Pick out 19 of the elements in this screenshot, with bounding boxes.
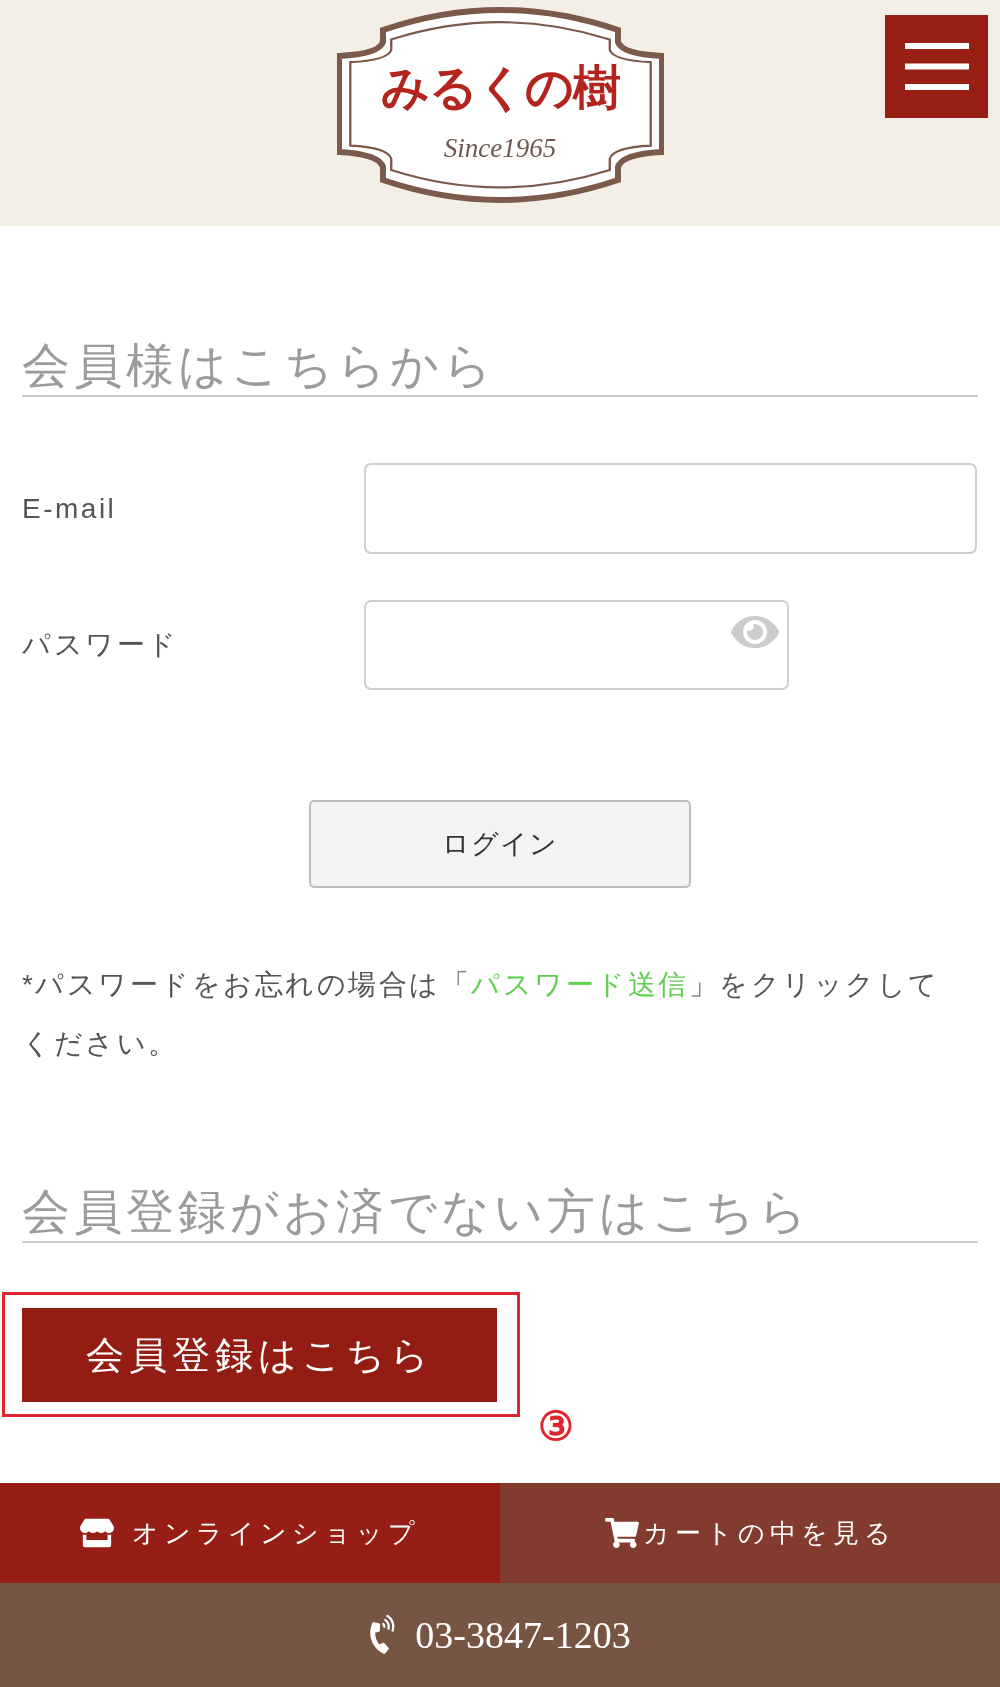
phone-link[interactable]: 03-3847-1203 <box>0 1583 1000 1687</box>
logo-tagline: Since1965 <box>443 134 557 162</box>
password-field[interactable] <box>364 600 789 690</box>
cart-link[interactable]: カートの中を見る <box>500 1483 1000 1583</box>
logo-text: みるくの樹 <box>380 60 620 114</box>
register-button[interactable]: 会員登録はこちら <box>22 1308 497 1402</box>
annotation-number: ③ <box>538 1406 574 1446</box>
field-label: E-mail <box>22 491 117 526</box>
store-icon <box>80 1518 114 1548</box>
online-shop-link[interactable]: オンラインショップ <box>0 1483 500 1583</box>
login-button[interactable]: ログイン <box>309 800 691 888</box>
password-reminder-text: *パスワードをお忘れの場合は「パスワード送信」をクリックしてください。 <box>22 968 941 1061</box>
menu-icon <box>904 43 969 90</box>
cart-icon <box>604 1518 639 1548</box>
email-field[interactable] <box>364 463 977 554</box>
field-label: パスワード <box>22 628 179 662</box>
section-heading: 会員様はこちらから <box>22 338 496 394</box>
menu-button[interactable] <box>885 15 988 118</box>
section-heading: 会員登録がお済でない方はこちら <box>22 1184 811 1240</box>
